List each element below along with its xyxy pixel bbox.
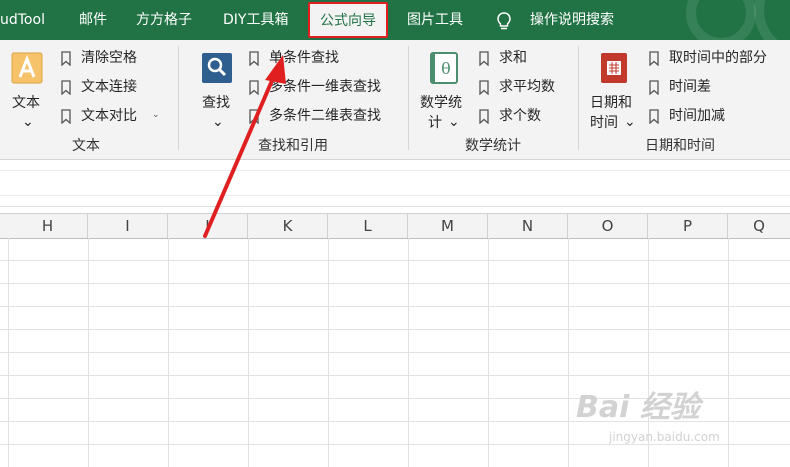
red-annotation-arrow xyxy=(203,55,286,238)
